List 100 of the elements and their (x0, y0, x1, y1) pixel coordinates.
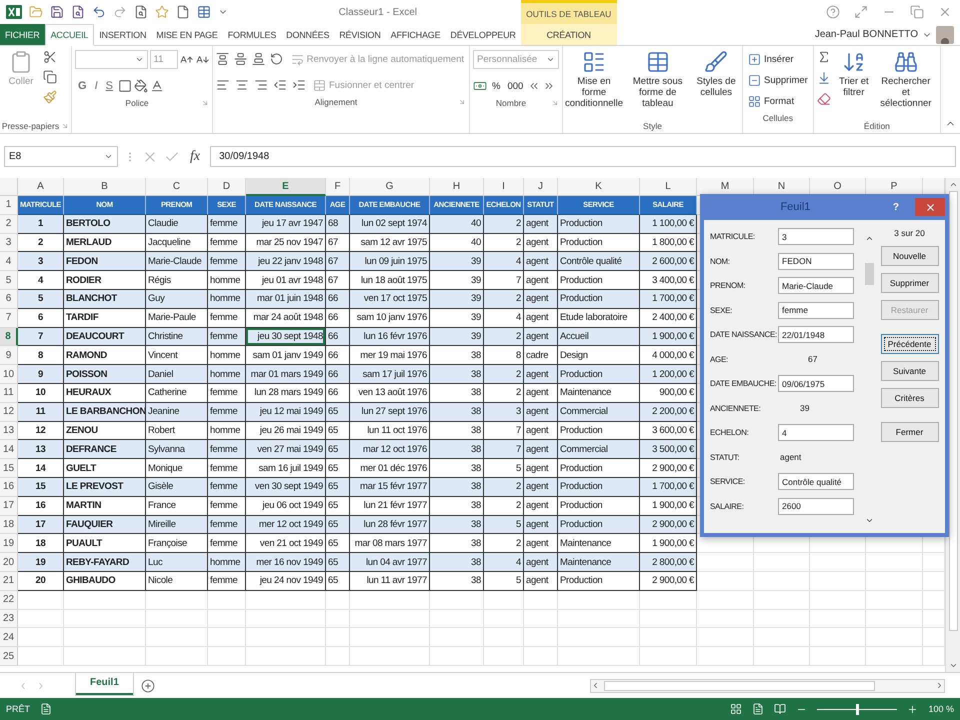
row-header[interactable]: 2 (0, 214, 18, 234)
row-header[interactable]: 13 (0, 422, 18, 440)
empty-cell[interactable] (208, 628, 246, 648)
empty-cell[interactable] (326, 628, 350, 648)
empty-cell[interactable] (484, 628, 524, 648)
empty-cell[interactable] (754, 647, 810, 666)
add-sheet-icon[interactable] (140, 678, 155, 692)
indent-increase-icon[interactable] (292, 78, 306, 92)
empty-cell[interactable] (810, 572, 866, 591)
binoculars-icon[interactable] (894, 50, 918, 74)
zoom-slider[interactable] (856, 704, 859, 714)
sort-icon[interactable] (842, 50, 866, 74)
normal-view-icon[interactable] (730, 703, 742, 715)
empty-cell[interactable] (697, 610, 754, 628)
dialog-launcher-icon[interactable] (550, 98, 559, 106)
font-color-icon[interactable] (150, 79, 164, 93)
sheet-tab[interactable]: Feuil1 (76, 672, 133, 694)
empty-cell[interactable] (558, 590, 640, 610)
empty-cell[interactable] (64, 647, 146, 666)
empty-cell[interactable] (208, 647, 246, 666)
empty-cell[interactable] (246, 628, 326, 648)
zoom-level[interactable]: 100 % (928, 704, 954, 714)
column-header[interactable]: K (558, 178, 640, 196)
arrow-left-icon[interactable] (528, 80, 540, 92)
empty-cell[interactable] (430, 610, 484, 628)
empty-cell[interactable] (866, 647, 923, 666)
font-style-button[interactable]: S (102, 77, 116, 95)
empty-cell[interactable] (754, 590, 810, 610)
empty-cell[interactable] (810, 628, 866, 648)
page-break-icon[interactable] (774, 703, 786, 715)
ribbon-button[interactable]: Supprimer (746, 71, 810, 89)
copy-icon[interactable] (43, 70, 57, 84)
empty-cell[interactable] (208, 610, 246, 628)
row-header[interactable]: 10 (0, 365, 18, 384)
empty-cell[interactable] (754, 553, 810, 572)
page-layout-icon[interactable] (752, 703, 764, 715)
dialog-button[interactable]: Supprimer (880, 273, 938, 293)
row-header[interactable]: 22 (0, 590, 18, 610)
empty-cell[interactable] (430, 647, 484, 666)
ribbon-button[interactable]: Rechercher et sélectionner (876, 50, 935, 110)
row-header[interactable]: 4 (0, 252, 18, 272)
macro-record-icon[interactable] (40, 703, 52, 715)
eraser-icon[interactable] (816, 92, 831, 106)
empty-cell[interactable] (326, 610, 350, 628)
row-header[interactable]: 20 (0, 553, 18, 572)
column-header[interactable]: C (146, 178, 208, 196)
empty-cell[interactable] (146, 628, 208, 648)
number-style-button[interactable]: % (490, 77, 502, 95)
caret-icon[interactable] (104, 152, 113, 161)
input-field[interactable]: 2600 (778, 498, 854, 514)
new-file-icon[interactable] (176, 5, 190, 19)
fill-icon[interactable] (816, 71, 831, 85)
empty-cell[interactable] (866, 553, 923, 572)
empty-cell[interactable] (146, 610, 208, 628)
scroll-thumb[interactable] (604, 680, 875, 690)
column-header[interactable]: A (18, 178, 64, 196)
border-icon[interactable] (118, 79, 132, 93)
scroll-left-icon[interactable] (591, 681, 600, 690)
scroll-up-icon[interactable] (864, 234, 874, 243)
row-header[interactable]: 14 (0, 440, 18, 460)
scroll-down-icon[interactable] (948, 661, 958, 670)
table-icon[interactable] (646, 50, 670, 74)
empty-cell[interactable] (64, 628, 146, 648)
row-header[interactable]: 12 (0, 402, 18, 422)
empty-cell[interactable] (64, 610, 146, 628)
insert-icon[interactable] (748, 52, 761, 66)
font-style-button[interactable]: I (92, 77, 101, 95)
empty-cell[interactable] (697, 628, 754, 648)
empty-cell[interactable] (326, 590, 350, 610)
folder-icon[interactable] (29, 5, 43, 19)
row-header[interactable]: 19 (0, 534, 18, 554)
empty-cell[interactable] (146, 647, 208, 666)
input-field[interactable]: femme (778, 302, 854, 318)
empty-cell[interactable] (146, 590, 208, 610)
scroll-down-icon[interactable] (864, 516, 874, 525)
select-all-corner[interactable] (0, 178, 18, 196)
input-field[interactable]: Contrôle qualité (778, 473, 854, 490)
indent-decrease-icon[interactable] (273, 78, 287, 92)
list-layout-icon[interactable] (582, 50, 606, 74)
column-header[interactable]: L (640, 178, 697, 196)
empty-cell[interactable] (558, 610, 640, 628)
ribbon-button[interactable]: Insérer (746, 50, 810, 68)
row-header[interactable]: 18 (0, 516, 18, 534)
empty-cell[interactable] (754, 628, 810, 648)
dialog-button[interactable]: Nouvelle (880, 246, 938, 266)
close-icon[interactable] (938, 5, 952, 19)
document-icon[interactable] (71, 5, 85, 19)
orientation-icon[interactable] (270, 52, 284, 66)
form-icon[interactable] (197, 5, 211, 19)
row-header[interactable]: 6 (0, 290, 18, 309)
empty-cell[interactable] (246, 610, 326, 628)
paintbrush-icon[interactable] (43, 90, 57, 104)
empty-cell[interactable] (350, 628, 430, 648)
column-header[interactable]: H (430, 178, 484, 196)
help-button[interactable]: ? (886, 200, 905, 214)
align-top-icon[interactable] (216, 52, 230, 66)
scroll-thumb[interactable] (864, 263, 874, 285)
input-field[interactable]: 09/06/1975 (778, 375, 854, 392)
empty-cell[interactable] (64, 590, 146, 610)
ribbon-tab[interactable]: ACCUEIL (44, 24, 94, 46)
